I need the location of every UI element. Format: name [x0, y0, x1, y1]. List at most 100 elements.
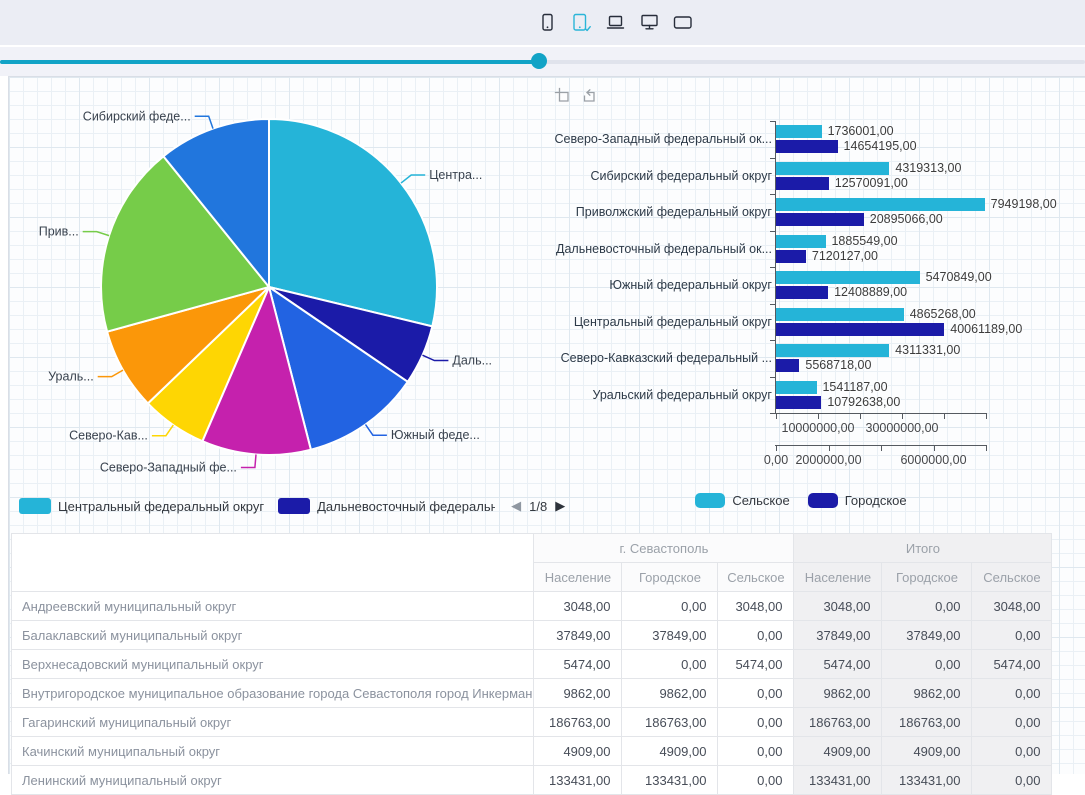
x-axis-tick — [902, 414, 903, 419]
device-preview-toolbar — [0, 0, 1085, 47]
pie-label-connector — [152, 425, 173, 436]
bar-legend-item[interactable]: Городское — [808, 493, 907, 508]
pie-slice-label: Центра... — [429, 168, 482, 182]
legend-label: Городское — [845, 493, 907, 508]
bar-legend-item[interactable]: Сельское — [695, 493, 789, 508]
x-axis-tick — [829, 446, 830, 451]
table-row: Андреевский муниципальный округ3048,000,… — [12, 592, 1052, 621]
category-axis-tick — [770, 340, 775, 341]
value-cell: 37849,00 — [622, 621, 718, 650]
tv-icon[interactable] — [672, 11, 694, 33]
pie-slice-label: Сибирский феде... — [83, 109, 191, 123]
bar-rural[interactable] — [776, 198, 985, 211]
category-axis-tick — [770, 377, 775, 378]
table-row: Внутригородское муниципальное образовани… — [12, 679, 1052, 708]
bar-category-label: Уральский федеральный округ — [546, 388, 772, 402]
category-axis-tick — [770, 304, 775, 305]
category-axis-tick — [770, 267, 775, 268]
bar-urban[interactable] — [776, 140, 838, 153]
bar-value-label: 1736001,00 — [828, 124, 894, 138]
table-column-header: Городское — [622, 563, 718, 592]
value-cell: 0,00 — [718, 737, 794, 766]
bar-rural[interactable] — [776, 308, 904, 321]
value-cell: 0,00 — [718, 708, 794, 737]
bar-urban[interactable] — [776, 286, 828, 299]
bar-urban[interactable] — [776, 323, 944, 336]
bar-category-label: Южный федеральный округ — [546, 278, 772, 292]
bar-value-label: 7120127,00 — [812, 249, 878, 263]
bar-rural[interactable] — [776, 125, 822, 138]
bar-rural[interactable] — [776, 271, 920, 284]
bar-urban[interactable] — [776, 250, 806, 263]
bar-urban[interactable] — [776, 177, 829, 190]
x-axis-tick — [860, 414, 861, 419]
legend-swatch — [808, 493, 838, 508]
value-cell: 0,00 — [882, 650, 972, 679]
value-cell: 0,00 — [972, 679, 1052, 708]
smartphone-icon[interactable] — [536, 11, 558, 33]
legend-swatch — [19, 498, 51, 514]
value-cell: 133431,00 — [534, 766, 622, 795]
slider-handle[interactable] — [531, 53, 547, 69]
pie-slice-label: Северо-Кав... — [69, 429, 148, 443]
category-axis-tick — [770, 194, 775, 195]
legend-item-far-eastern[interactable]: Дальневосточный федеральн — [278, 498, 495, 514]
value-cell: 133431,00 — [794, 766, 882, 795]
district-name-cell: Андреевский муниципальный округ — [12, 592, 534, 621]
bar-value-label: 20895066,00 — [870, 212, 943, 226]
pie-chart: Центра...Даль...Южный феде...Северо-Запа… — [11, 79, 546, 491]
tablet-icon[interactable] — [570, 11, 592, 33]
pie-slice-label: Прив... — [39, 225, 79, 239]
category-axis-tick — [770, 231, 775, 232]
value-cell: 0,00 — [972, 621, 1052, 650]
legend-label: Центральный федеральный округ — [58, 499, 264, 514]
value-cell: 0,00 — [622, 650, 718, 679]
bar-rural[interactable] — [776, 344, 889, 357]
bar-chart: Северо-Западный федеральный ок...1736001… — [546, 79, 1085, 531]
legend-item-central[interactable]: Центральный федеральный округ — [19, 498, 264, 514]
table-column-header: Население — [534, 563, 622, 592]
table-row: Качинский муниципальный округ4909,004909… — [12, 737, 1052, 766]
value-cell: 186763,00 — [794, 708, 882, 737]
district-name-cell: Гагаринский муниципальный округ — [12, 708, 534, 737]
value-cell: 37849,00 — [534, 621, 622, 650]
value-cell: 186763,00 — [534, 708, 622, 737]
category-axis-line — [775, 121, 776, 413]
value-cell: 5474,00 — [534, 650, 622, 679]
bar-rural[interactable] — [776, 235, 826, 248]
bar-urban[interactable] — [776, 359, 799, 372]
bar-category-label: Северо-Кавказский федеральный ... — [546, 351, 772, 365]
table-group-header: Итого — [794, 534, 1052, 563]
legend-label: Дальневосточный федеральн — [317, 499, 495, 514]
value-cell: 37849,00 — [882, 621, 972, 650]
bar-urban[interactable] — [776, 213, 864, 226]
district-name-cell: Балаклавский муниципальный округ — [12, 621, 534, 650]
value-cell: 0,00 — [718, 621, 794, 650]
bar-value-label: 1541187,00 — [822, 380, 887, 394]
value-cell: 0,00 — [718, 766, 794, 795]
table-row: Балаклавский муниципальный округ37849,00… — [12, 621, 1052, 650]
bar-rural[interactable] — [776, 162, 889, 175]
bar-chart-widget: Северо-Западный федеральный ок...1736001… — [546, 79, 1085, 531]
bar-value-label: 12570091,00 — [835, 176, 908, 190]
pie-label-connector — [401, 175, 425, 183]
value-cell: 3048,00 — [972, 592, 1052, 621]
bar-urban[interactable] — [776, 396, 821, 409]
legend-prev-icon[interactable]: ◀ — [511, 498, 521, 514]
x-axis-label: 30000000,00 — [866, 421, 939, 435]
x-axis-tick — [881, 446, 882, 451]
value-cell: 0,00 — [882, 592, 972, 621]
bar-value-label: 1885549,00 — [831, 234, 897, 248]
pie-label-connector — [423, 355, 449, 360]
bar-category-label: Центральный федеральный округ — [546, 315, 772, 329]
table-row: Ленинский муниципальный округ133431,0013… — [12, 766, 1052, 795]
desktop-monitor-icon[interactable] — [638, 11, 660, 33]
table-column-header: Население — [794, 563, 882, 592]
value-cell: 3048,00 — [718, 592, 794, 621]
bar-rural[interactable] — [776, 381, 817, 394]
value-cell: 4909,00 — [622, 737, 718, 766]
x-axis-top-line — [775, 413, 987, 414]
district-name-cell: Ленинский муниципальный округ — [12, 766, 534, 795]
bar-value-label: 12408889,00 — [834, 285, 907, 299]
laptop-icon[interactable] — [604, 11, 626, 33]
